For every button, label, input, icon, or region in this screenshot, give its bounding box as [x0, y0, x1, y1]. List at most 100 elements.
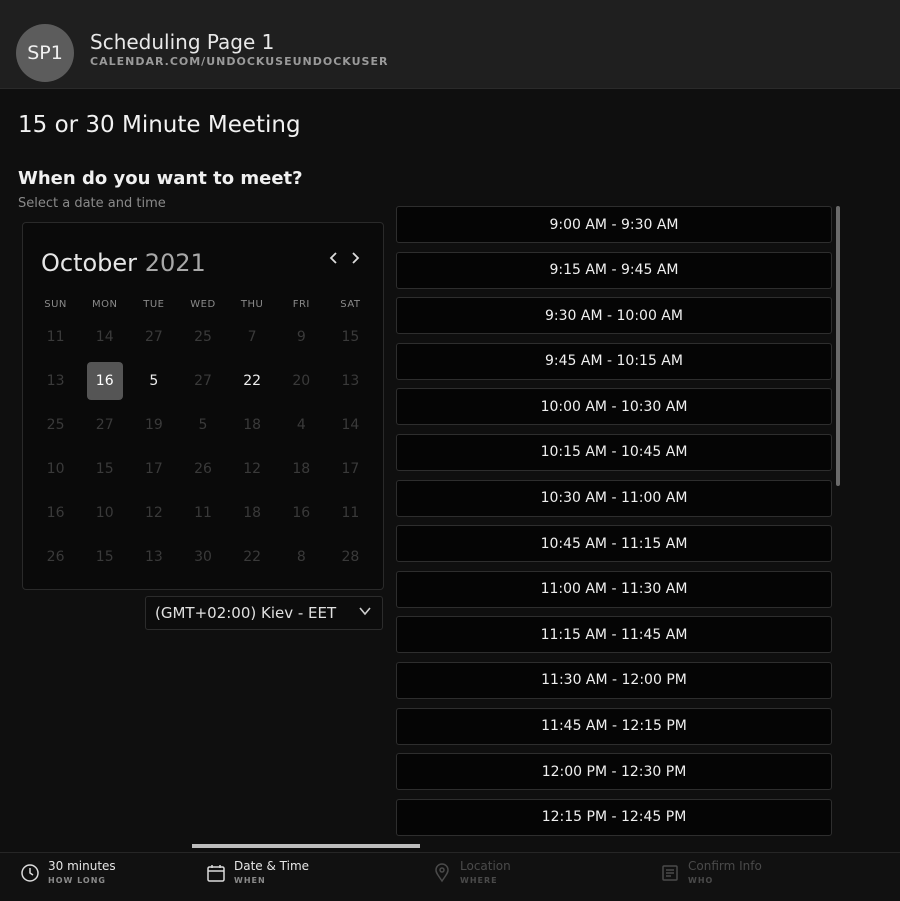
- chevron-right-icon: [352, 252, 360, 264]
- weekday-label: TUE: [143, 299, 165, 310]
- time-slot-button[interactable]: 11:00 AM - 11:30 AM: [396, 570, 832, 608]
- time-slot-button[interactable]: 9:30 AM - 10:00 AM: [396, 297, 832, 335]
- day-number: 26: [194, 461, 212, 477]
- calendar-day: 16: [277, 491, 326, 535]
- calendar-day: 17: [129, 447, 178, 491]
- time-slot-button[interactable]: 11:30 AM - 12:00 PM: [396, 661, 832, 699]
- day-number: 26: [46, 549, 65, 565]
- calendar-month-year: October 2021: [41, 249, 206, 277]
- day-number: 19: [144, 417, 163, 433]
- next-month-button[interactable]: [349, 249, 361, 270]
- calendar-day: 18: [228, 403, 277, 447]
- step-label: 30 minutes: [48, 859, 116, 873]
- day-number: 18: [243, 505, 262, 521]
- calendar-day: 14: [326, 403, 375, 447]
- calendar-day: 5: [178, 403, 227, 447]
- day-number: 27: [95, 417, 114, 433]
- calendar-day: 14: [80, 315, 129, 359]
- day-number: 7: [247, 329, 257, 345]
- day-number: 27: [144, 329, 163, 345]
- slots-scrollbar[interactable]: [836, 206, 840, 486]
- time-slot-button[interactable]: 10:00 AM - 10:30 AM: [396, 388, 832, 426]
- timezone-select[interactable]: (GMT+02:00) Kiev - EET: [145, 596, 383, 630]
- chevron-down-icon: [359, 607, 371, 616]
- time-slot-button[interactable]: 9:15 AM - 9:45 AM: [396, 251, 832, 289]
- clock-icon: [21, 864, 39, 882]
- day-number: 22: [243, 373, 262, 389]
- step-date-time[interactable]: Date & Time WHEN: [206, 859, 309, 885]
- calendar-day: 15: [80, 447, 129, 491]
- calendar-day: 7: [228, 315, 277, 359]
- day-number: 27: [194, 373, 212, 389]
- time-slot-button[interactable]: 9:00 AM - 9:30 AM: [396, 206, 832, 243]
- calendar-day: 16: [31, 491, 80, 535]
- day-number: 28: [341, 549, 360, 565]
- time-slot-button[interactable]: 11:45 AM - 12:15 PM: [396, 707, 832, 745]
- day-number: 13: [46, 373, 65, 389]
- day-number: 22: [243, 549, 262, 565]
- step-sublabel: WHO: [688, 876, 714, 885]
- day-number: 11: [341, 505, 360, 521]
- calendar-day: 22: [228, 535, 277, 579]
- day-number: 20: [292, 373, 311, 389]
- day-number: 13: [341, 373, 360, 389]
- calendar-day[interactable]: 22: [228, 359, 277, 403]
- time-slot-button[interactable]: 10:30 AM - 11:00 AM: [396, 479, 832, 517]
- time-slot-button[interactable]: 12:15 PM - 12:45 PM: [396, 798, 832, 836]
- header: SP1 Scheduling Page 1 CALENDAR.COM/UNDOC…: [0, 0, 900, 89]
- step-confirm-info[interactable]: Confirm Info WHO: [660, 859, 762, 885]
- calendar-day: 9: [277, 315, 326, 359]
- day-number: 25: [46, 417, 65, 433]
- time-slot-button[interactable]: 10:15 AM - 10:45 AM: [396, 433, 832, 471]
- day-number: 10: [46, 461, 65, 477]
- day-number: 11: [46, 329, 65, 345]
- day-number: 30: [194, 549, 212, 565]
- calendar-day: 4: [277, 403, 326, 447]
- step-label: Confirm Info: [688, 859, 762, 873]
- prev-month-button[interactable]: [328, 249, 340, 270]
- day-number: 12: [144, 505, 163, 521]
- day-number: 16: [46, 505, 65, 521]
- footer-steps: 30 minutes HOW LONG Date & Time WHEN Loc…: [0, 852, 900, 901]
- day-number: 14: [341, 417, 360, 433]
- org-url: CALENDAR.COM/UNDOCKUSEUNDOCKUSER: [90, 55, 389, 68]
- day-number: 11: [194, 505, 212, 521]
- time-slot-button[interactable]: 10:45 AM - 11:15 AM: [396, 525, 832, 563]
- time-slot-list: 9:00 AM - 9:30 AM 9:15 AM - 9:45 AM 9:30 A…: [396, 206, 832, 844]
- calendar-day[interactable]: 5: [129, 359, 178, 403]
- day-number: 16: [292, 505, 311, 521]
- day-number: 9: [296, 329, 306, 345]
- calendar-day: 25: [31, 403, 80, 447]
- step-duration[interactable]: 30 minutes HOW LONG: [20, 859, 116, 885]
- time-slot-button[interactable]: 9:45 AM - 10:15 AM: [396, 342, 832, 380]
- calendar-day: 17: [326, 447, 375, 491]
- calendar-day-selected[interactable]: 16: [80, 359, 129, 403]
- calendar-day: 11: [31, 315, 80, 359]
- time-slot-button[interactable]: 11:15 AM - 11:45 AM: [396, 616, 832, 654]
- weekday-label: FRI: [292, 299, 310, 310]
- day-number: 18: [292, 461, 311, 477]
- calendar-day: 27: [80, 403, 129, 447]
- day-number: 16: [86, 362, 123, 400]
- step-sublabel: WHEN: [234, 876, 266, 885]
- calendar-days-grid: 11 14 27 25 7 9 15 13 16 5 27 22 20 13 25 27 19 5 18 4 14 10 1…: [31, 315, 375, 579]
- time-slot-button[interactable]: 12:00 PM - 12:30 PM: [396, 753, 832, 791]
- step-sublabel: WHERE: [460, 876, 498, 885]
- calendar-day: 26: [178, 447, 227, 491]
- calendar-day: 25: [178, 315, 227, 359]
- org-name: Scheduling Page 1: [90, 30, 275, 54]
- calendar-year: 2021: [144, 249, 206, 277]
- calendar-day: 12: [129, 491, 178, 535]
- day-number: 17: [144, 461, 163, 477]
- day-number: 15: [341, 329, 360, 345]
- step-label: Date & Time: [234, 859, 310, 873]
- calendar-day: 20: [277, 359, 326, 403]
- calendar-day: 13: [129, 535, 178, 579]
- calendar-day: 12: [228, 447, 277, 491]
- step-location[interactable]: Location WHERE: [432, 859, 511, 885]
- calendar-day: 30: [178, 535, 227, 579]
- calendar-day: 27: [178, 359, 227, 403]
- weekday-label: MON: [91, 299, 118, 310]
- calendar-day: 18: [277, 447, 326, 491]
- calendar-day: 15: [80, 535, 129, 579]
